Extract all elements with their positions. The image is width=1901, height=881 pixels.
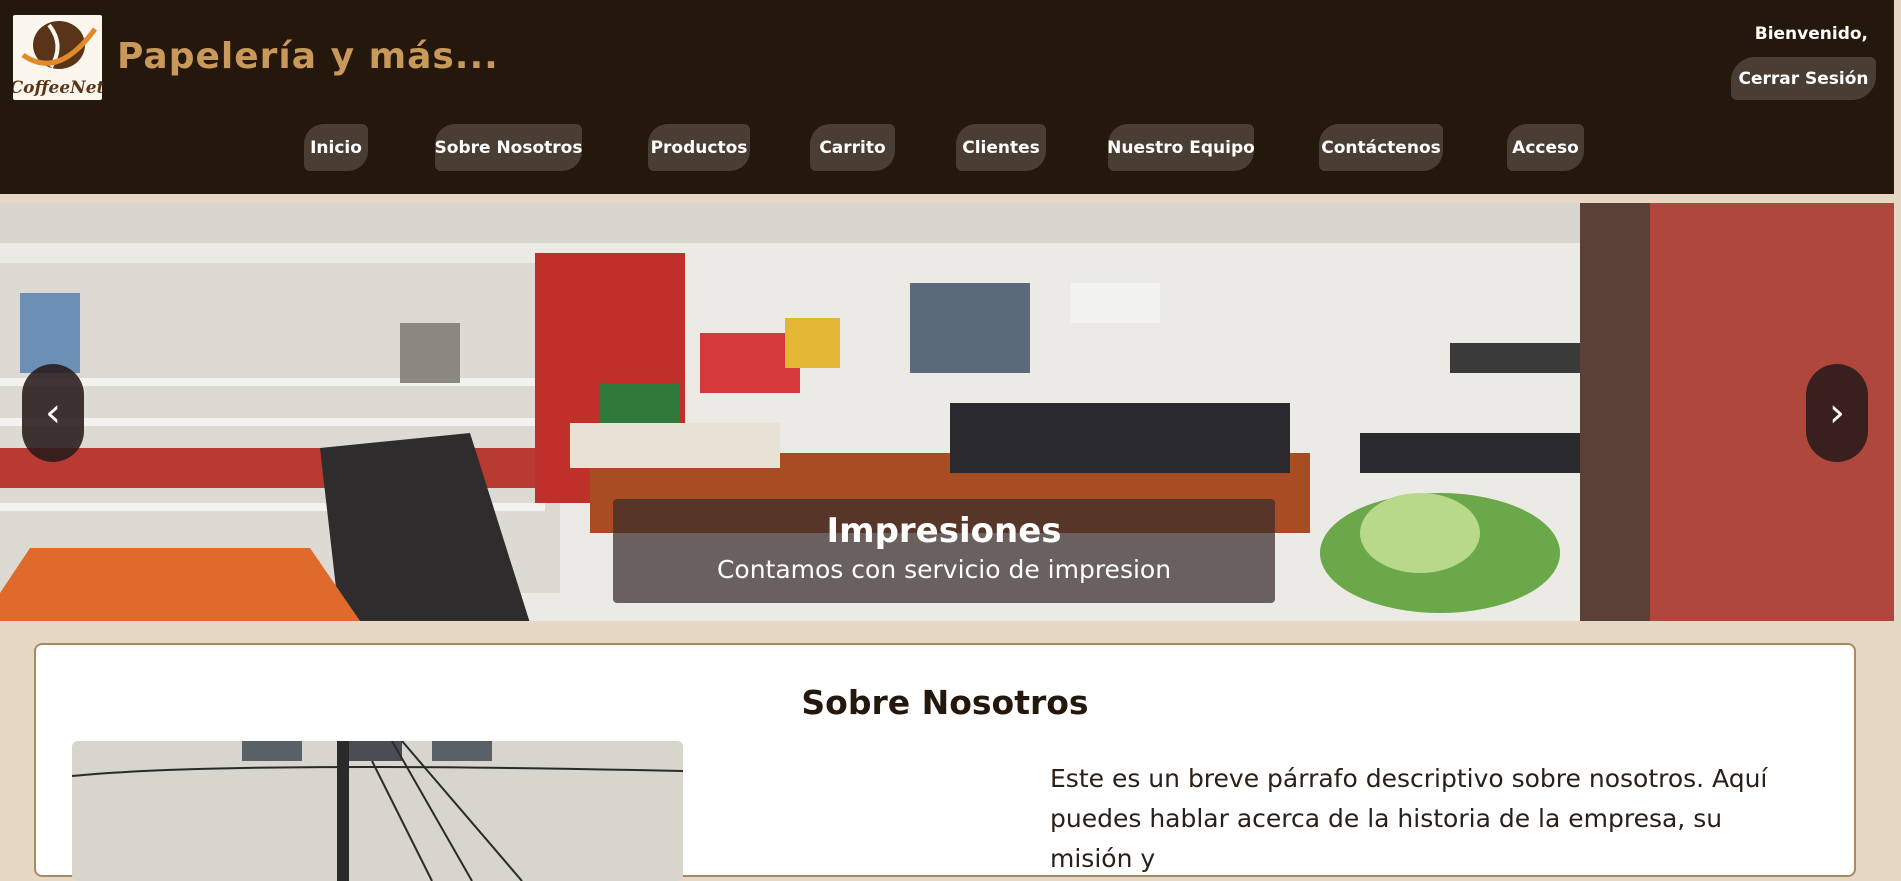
site-title: Papelería y más... (117, 36, 499, 77)
logout-button[interactable]: Cerrar Sesión (1731, 57, 1876, 100)
slide-caption: Impresiones Contamos con servicio de imp… (613, 499, 1275, 603)
nav-item-nuestro-equipo[interactable]: Nuestro Equipo (1107, 124, 1255, 171)
about-section: Sobre Nosotros Este es un breve párrafo … (34, 643, 1856, 881)
nav-item-productos[interactable]: Productos (648, 124, 750, 171)
nav-item-acceso[interactable]: Acceso (1507, 124, 1584, 171)
image-carousel: ‹ › Impresiones Contamos con servicio de… (0, 203, 1894, 621)
coffeenet-logo[interactable]: CoffeeNet (13, 15, 102, 100)
site-header: CoffeeNet Papelería y más... Bienvenido,… (0, 0, 1894, 194)
nav-item-clientes[interactable]: Clientes (956, 124, 1046, 171)
caption-text: Contamos con servicio de impresion (716, 555, 1172, 584)
about-paragraph: Este es un breve párrafo descriptivo sob… (1050, 764, 1768, 873)
about-image (72, 741, 683, 881)
svg-text:CoffeeNet: CoffeeNet (13, 78, 102, 98)
main-nav: Inicio Sobre Nosotros Productos Carrito … (0, 124, 1894, 171)
carousel-prev-button[interactable]: ‹ (22, 364, 84, 462)
nav-item-inicio[interactable]: Inicio (304, 124, 368, 171)
caption-title: Impresiones (826, 511, 1062, 551)
about-title: Sobre Nosotros (801, 683, 1089, 722)
carousel-next-button[interactable]: › (1806, 364, 1868, 462)
nav-item-carrito[interactable]: Carrito (810, 124, 895, 171)
welcome-text: Bienvenido, (1754, 24, 1868, 44)
nav-item-contactenos[interactable]: Contáctenos (1319, 124, 1443, 171)
nav-item-sobre-nosotros[interactable]: Sobre Nosotros (435, 124, 582, 171)
